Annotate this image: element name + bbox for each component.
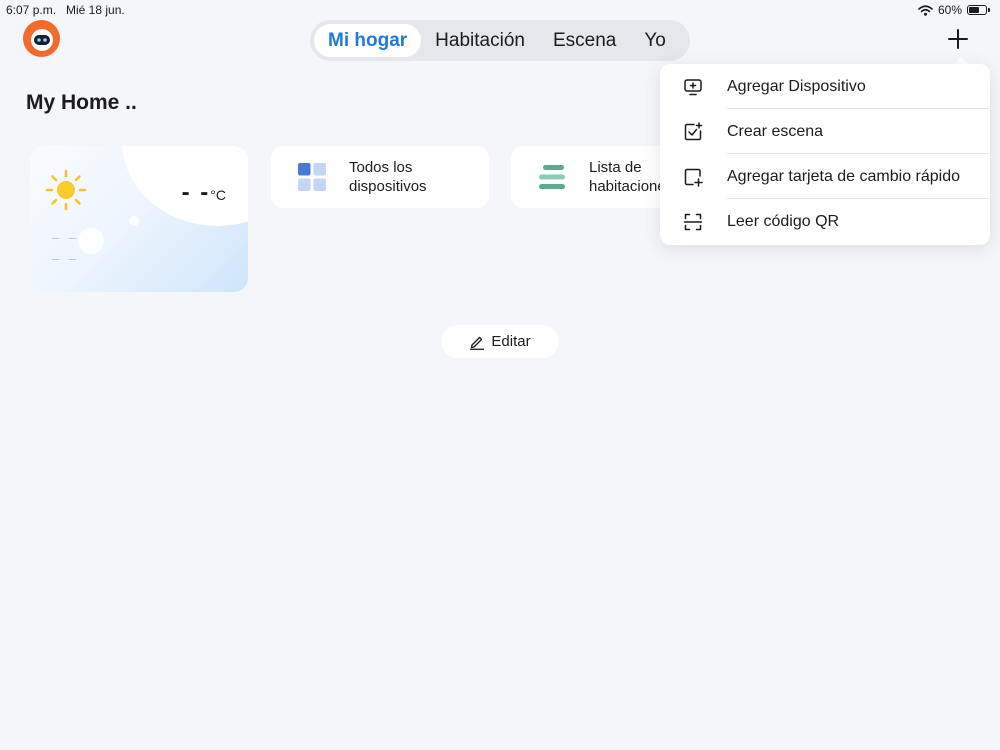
- weather-card[interactable]: - -°C – – – –: [30, 146, 248, 292]
- menu-item-add-quick-card[interactable]: Agregar tarjeta de cambio rápido: [660, 154, 990, 199]
- add-button[interactable]: [946, 27, 970, 51]
- edit-label: Editar: [491, 333, 531, 350]
- temperature-unit: °C: [210, 187, 226, 203]
- menu-label: Agregar Dispositivo: [727, 77, 866, 95]
- wifi-icon: [918, 4, 933, 16]
- menu-item-create-scene[interactable]: Crear escena: [660, 109, 990, 154]
- battery-icon: [967, 5, 987, 15]
- menu-label: Leer código QR: [727, 212, 840, 230]
- list-icon: [539, 165, 565, 189]
- weather-line-2: – –: [52, 251, 80, 266]
- tab-habitacion[interactable]: Habitación: [421, 24, 539, 57]
- menu-item-add-device[interactable]: Agregar Dispositivo: [660, 64, 990, 109]
- add-menu: Agregar Dispositivo Crear escena Agregar…: [660, 64, 990, 245]
- pencil-icon: [470, 336, 485, 350]
- menu-label: Crear escena: [727, 122, 824, 140]
- add-device-icon: [684, 79, 702, 96]
- menu-item-scan-qr[interactable]: Leer código QR: [660, 199, 990, 244]
- tab-mi-hogar[interactable]: Mi hogar: [314, 24, 422, 57]
- status-date: Mié 18 jun.: [66, 3, 125, 17]
- weather-temperature: - -°C: [181, 179, 226, 206]
- weather-line-1: – –: [52, 230, 80, 245]
- edit-button[interactable]: Editar: [441, 325, 559, 358]
- add-card-icon: [684, 168, 703, 187]
- battery-percent: 60%: [937, 3, 962, 17]
- home-title[interactable]: My Home ..: [26, 91, 137, 115]
- create-scene-icon: [684, 122, 703, 141]
- all-devices-card[interactable]: Todos los dispositivos: [271, 146, 489, 208]
- main-tabs: Mi hogar Habitación Escena Yo: [310, 20, 690, 61]
- tab-escena[interactable]: Escena: [539, 24, 630, 57]
- tab-yo[interactable]: Yo: [630, 24, 680, 57]
- sun-icon: [45, 169, 87, 211]
- avatar[interactable]: [23, 20, 60, 57]
- plus-icon: [948, 29, 968, 49]
- status-indicators: 60%: [918, 3, 990, 17]
- all-devices-label: Todos los dispositivos: [349, 159, 427, 195]
- status-bar: 6:07 p.m. Mié 18 jun. 60%: [0, 0, 1000, 20]
- menu-label: Agregar tarjeta de cambio rápido: [727, 167, 961, 185]
- devices-grid-icon: [298, 163, 326, 191]
- qr-scan-icon: [683, 213, 703, 231]
- robot-icon: [30, 28, 53, 51]
- status-time: 6:07 p.m.: [6, 3, 57, 17]
